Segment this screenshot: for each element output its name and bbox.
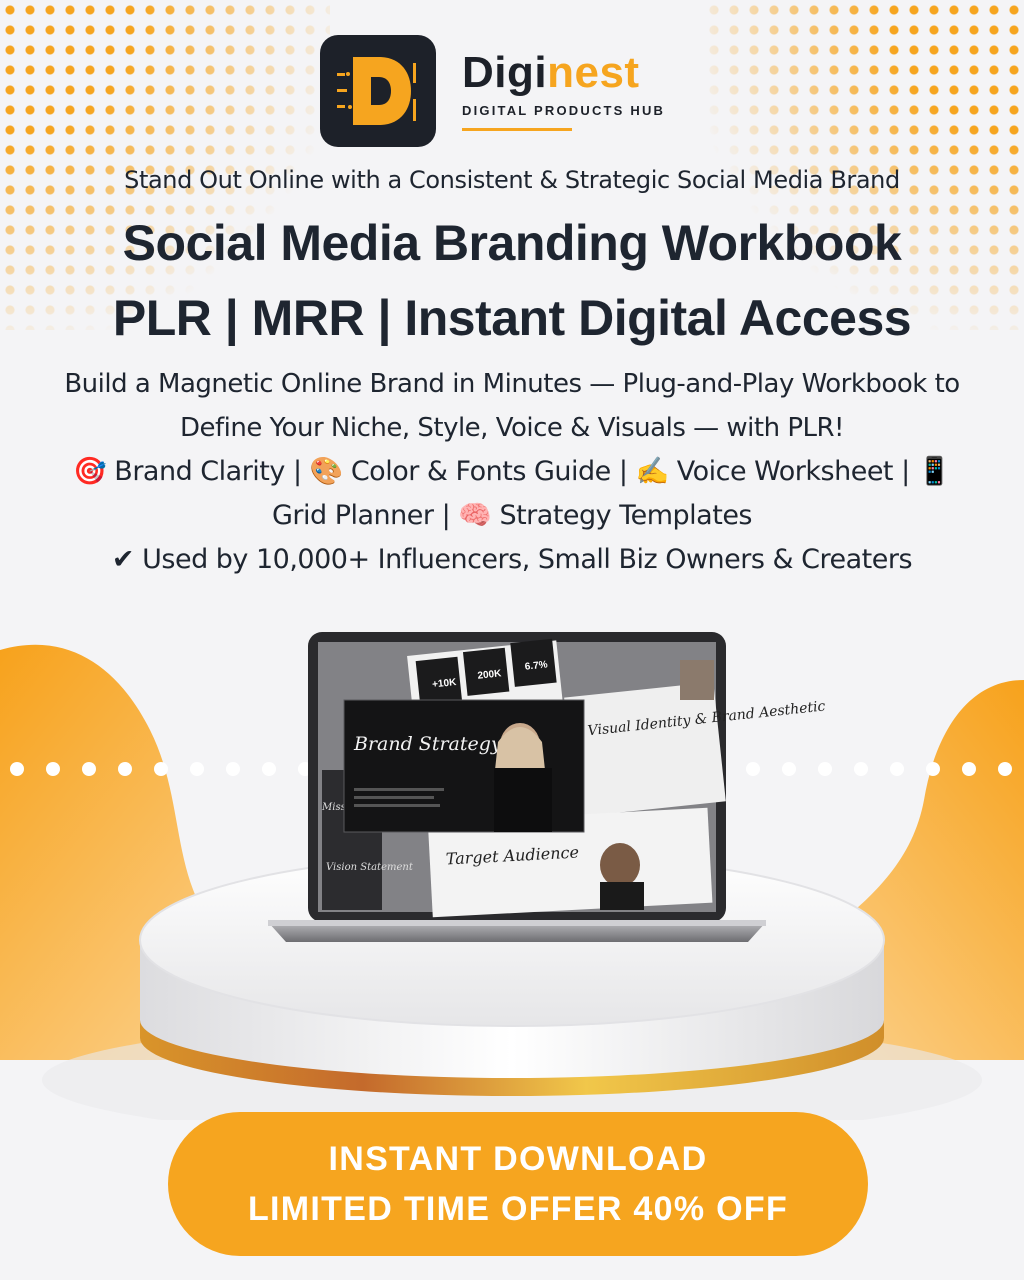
social-proof: ✔ Used by 10,000+ Influencers, Small Biz… <box>111 544 913 575</box>
logo-mark <box>320 35 436 147</box>
vision-heading: Vision Statement <box>326 862 414 873</box>
title-line-2: PLR | MRR | Instant Digital Access <box>112 290 912 346</box>
tagline-underline <box>462 128 572 131</box>
product-description: Build a Magnetic Online Brand in Minutes… <box>64 369 960 443</box>
laptop-on-podium: +10K 200K 6.7% Visual Identity & Brand A… <box>42 632 982 1120</box>
main-title: Social Media Branding Workbook PLR | MRR… <box>0 206 1024 356</box>
cta-line-1: INSTANT DOWNLOAD <box>328 1140 708 1178</box>
feature-list: 🎯 Brand Clarity | 🎨 Color & Fonts Guide … <box>73 456 951 531</box>
subtitle: Stand Out Online with a Consistent & Str… <box>124 166 900 194</box>
brand-logo: Diginest DIGITAL PRODUCTS HUB <box>320 35 665 147</box>
brand-name: Diginest <box>462 48 640 97</box>
d-letter-icon <box>337 57 416 125</box>
brand-strategy-heading: Brand Strategy <box>353 733 502 755</box>
instant-download-button[interactable]: INSTANT DOWNLOAD LIMITED TIME OFFER 40% … <box>168 1112 868 1256</box>
brand-tagline: DIGITAL PRODUCTS HUB <box>462 103 666 118</box>
title-line-1: Social Media Branding Workbook <box>122 215 902 271</box>
cta-line-2: LIMITED TIME OFFER 40% OFF <box>247 1190 789 1228</box>
